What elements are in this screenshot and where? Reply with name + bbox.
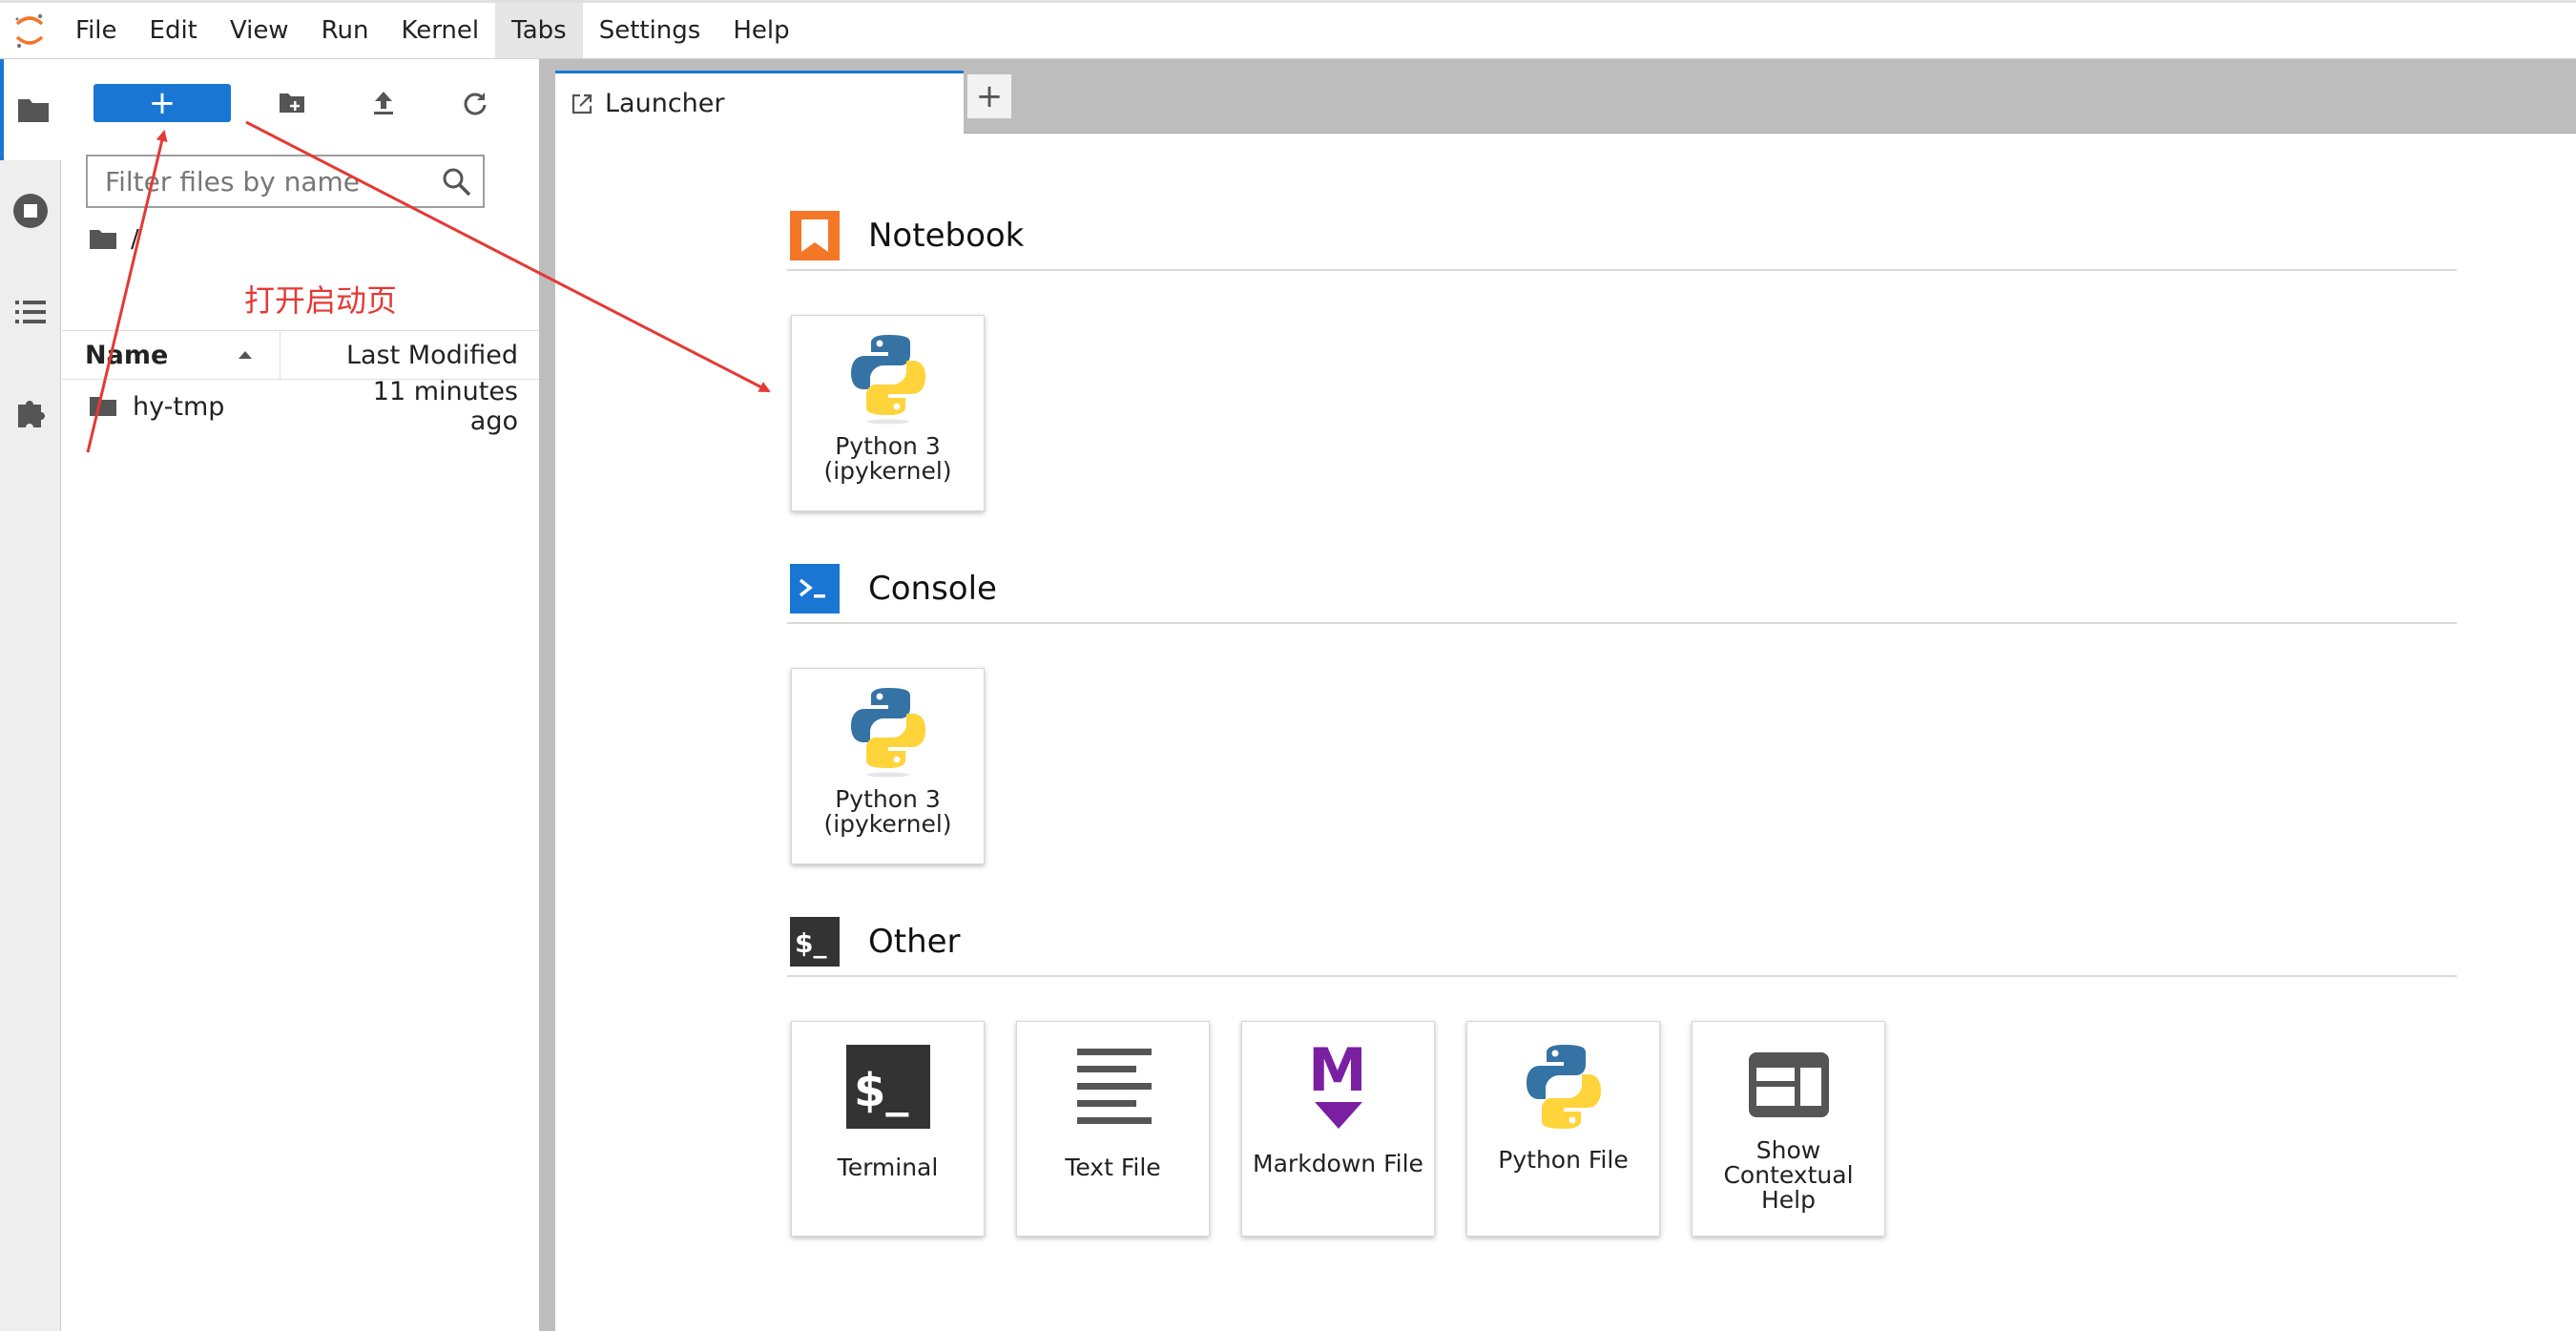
breadcrumb: / [89,225,139,254]
list-item[interactable]: hy-tmp 11 minutes ago [62,377,539,436]
python-file-card[interactable]: Python File [1466,1021,1660,1237]
notebook-python3-label: Python 3 (ipykernel) [823,432,952,485]
jupyterlab-window: File Edit View Run Kernel Tabs Settings … [0,0,2576,1331]
tab-launcher[interactable]: Launcher [555,71,964,134]
filter-files-input[interactable] [88,156,422,206]
table-of-contents-tab[interactable] [0,261,61,363]
text-file-label: Text File [1065,1154,1161,1181]
menu-kernel[interactable]: Kernel [384,3,495,58]
refresh-icon [464,93,487,115]
other-terminal-icon: $_ [789,916,841,967]
notebook-section-title: Notebook [868,217,1025,255]
terminal-icon: $_ [845,1045,930,1133]
puzzle-icon [18,401,45,427]
svg-text:$_: $_ [854,1064,908,1117]
extension-manager-tab[interactable] [0,363,61,464]
console-section: Console [787,563,2457,624]
python-logo-icon [845,329,931,428]
file-modified: 11 minutes ago [372,377,518,436]
console-icon [789,563,841,614]
file-browser-tab[interactable] [0,59,62,160]
notebook-python3-card[interactable]: Python 3 (ipykernel) [791,315,985,511]
python-logo-icon [1521,1043,1607,1134]
refresh-button[interactable] [445,84,506,122]
menu-tabs[interactable]: Tabs [495,3,583,58]
launcher-panel: Notebook Python 3 (ipykernel) Console Py… [555,134,2576,1331]
annotation-text: 打开启动页 [244,282,398,319]
left-sidebar-strip [0,59,62,1331]
file-list-header: Name Last Modified [62,330,539,380]
column-header-name[interactable]: Name [62,331,280,379]
menu-edit[interactable]: Edit [134,3,214,58]
file-name: hy-tmp [133,391,225,422]
upload-icon [374,92,393,114]
folder-icon [17,99,49,122]
terminal-label: Terminal [837,1154,939,1181]
text-file-card[interactable]: Text File [1016,1021,1210,1237]
svg-text:M: M [1308,1041,1367,1105]
menu-view[interactable]: View [214,3,305,58]
contextual-help-label: Show Contextual Help [1723,1136,1854,1214]
python-logo-icon [845,682,931,781]
stop-circle-icon [13,194,48,228]
column-header-modified[interactable]: Last Modified [280,341,539,370]
panel-splitter[interactable] [539,59,555,1331]
svg-text:$_: $_ [795,927,826,959]
file-browser-toolbar: + [62,59,539,147]
notebook-section: Notebook [787,210,2457,271]
file-browser-panel: + Filter files by name / 打开启动页 Name Last… [62,59,539,1331]
notebook-icon [789,210,841,261]
jupyter-logo-icon[interactable] [0,3,59,58]
markdown-icon: M [1305,1035,1372,1136]
menu-run[interactable]: Run [305,3,385,58]
breadcrumb-root[interactable]: / [131,225,139,254]
markdown-file-card[interactable]: M Markdown File [1241,1021,1435,1237]
filter-files-field[interactable] [86,155,485,208]
menu-bar: File Edit View Run Kernel Tabs Settings … [0,0,2576,59]
folder-icon [90,397,116,416]
folder-icon[interactable] [89,228,117,251]
upload-button[interactable] [353,84,414,122]
search-icon [443,168,471,197]
column-name-label: Name [85,340,169,370]
main-tab-bar: Launcher + [555,59,2576,134]
menu-file[interactable]: File [59,3,134,58]
add-tab-button[interactable]: + [966,73,1012,119]
menu-settings[interactable]: Settings [583,3,717,58]
text-file-icon [1071,1045,1155,1133]
console-python3-label: Python 3 (ipykernel) [823,785,952,838]
launch-icon [571,94,592,114]
markdown-file-label: Markdown File [1253,1150,1423,1177]
new-launcher-button[interactable]: + [93,84,231,122]
running-sessions-tab[interactable] [0,160,61,261]
new-folder-button[interactable] [261,84,322,122]
contextual-help-icon [1747,1050,1831,1123]
new-folder-icon [280,94,304,113]
menu-help[interactable]: Help [717,3,805,58]
console-python3-card[interactable]: Python 3 (ipykernel) [791,668,985,864]
terminal-card[interactable]: $_ Terminal [791,1021,985,1237]
contextual-help-card[interactable]: Show Contextual Help [1692,1021,1885,1237]
tab-launcher-label: Launcher [605,89,725,118]
other-section: $_ Other [787,916,2457,977]
console-section-title: Console [868,570,997,608]
list-icon [15,301,46,323]
python-file-label: Python File [1498,1146,1629,1174]
sort-ascending-icon [239,351,252,359]
other-section-title: Other [868,923,961,961]
